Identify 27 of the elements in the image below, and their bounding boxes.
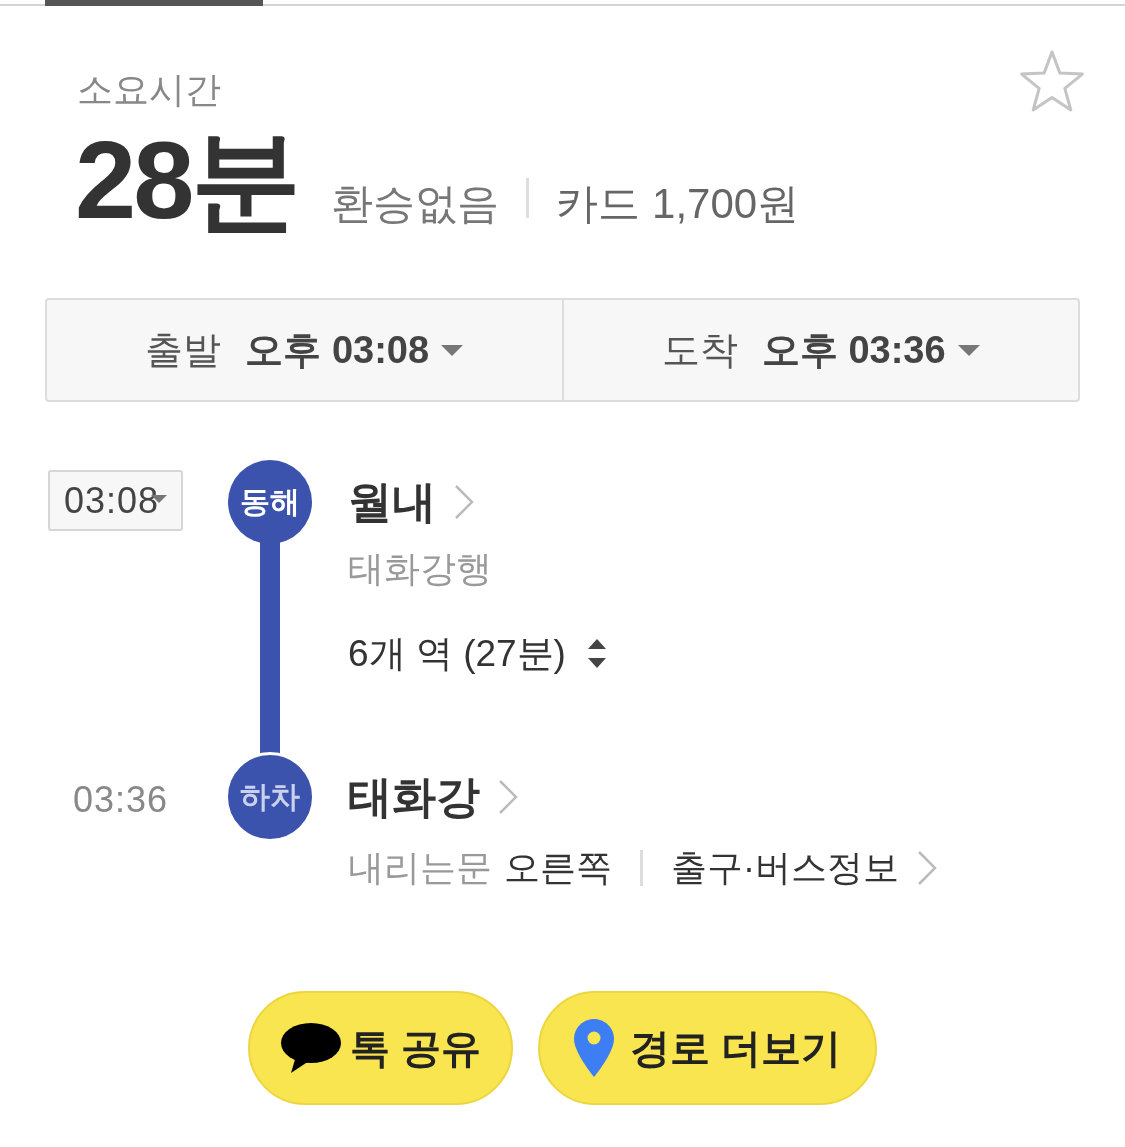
alight-badge: 하차	[225, 752, 315, 842]
share-button[interactable]: 톡 공유	[247, 991, 513, 1105]
line-badge: 동해	[228, 460, 312, 544]
station-link[interactable]: 월내	[348, 460, 474, 544]
time-select-button[interactable]: 도착 오후 03:36	[563, 298, 1080, 402]
chevron-right-icon	[498, 779, 518, 815]
more-routes-button[interactable]: 경로 더보기	[538, 991, 878, 1105]
map-pin-icon	[574, 1019, 614, 1077]
caret-down-icon	[957, 344, 980, 356]
fare-text: 카드 1,700원	[556, 179, 800, 229]
time-select-button[interactable]: 출발 오후 03:08	[45, 298, 564, 402]
door-side: 오른쪽	[504, 846, 612, 890]
chevron-right-icon	[454, 484, 474, 520]
station-link[interactable]: 태화강	[348, 755, 518, 839]
chevron-right-icon	[917, 850, 937, 886]
section-title: 소요시간	[77, 68, 221, 112]
speech-bubble-icon	[279, 1022, 342, 1074]
station-count-toggle[interactable]: 6개 역 (27분)	[348, 629, 606, 679]
time-dropdown[interactable]: 03:08	[48, 470, 184, 531]
exit-info-link[interactable]: 출구·버스정보	[671, 843, 937, 893]
arrival-time: 03:36	[73, 778, 170, 822]
door-label: 내리는문	[348, 846, 492, 890]
caret-down-icon	[441, 344, 464, 356]
sort-arrows-icon	[587, 639, 606, 669]
duration-text: 28분	[75, 119, 299, 240]
direction-text: 태화강행	[348, 547, 492, 591]
transfer-info: 환승없음	[331, 179, 500, 229]
